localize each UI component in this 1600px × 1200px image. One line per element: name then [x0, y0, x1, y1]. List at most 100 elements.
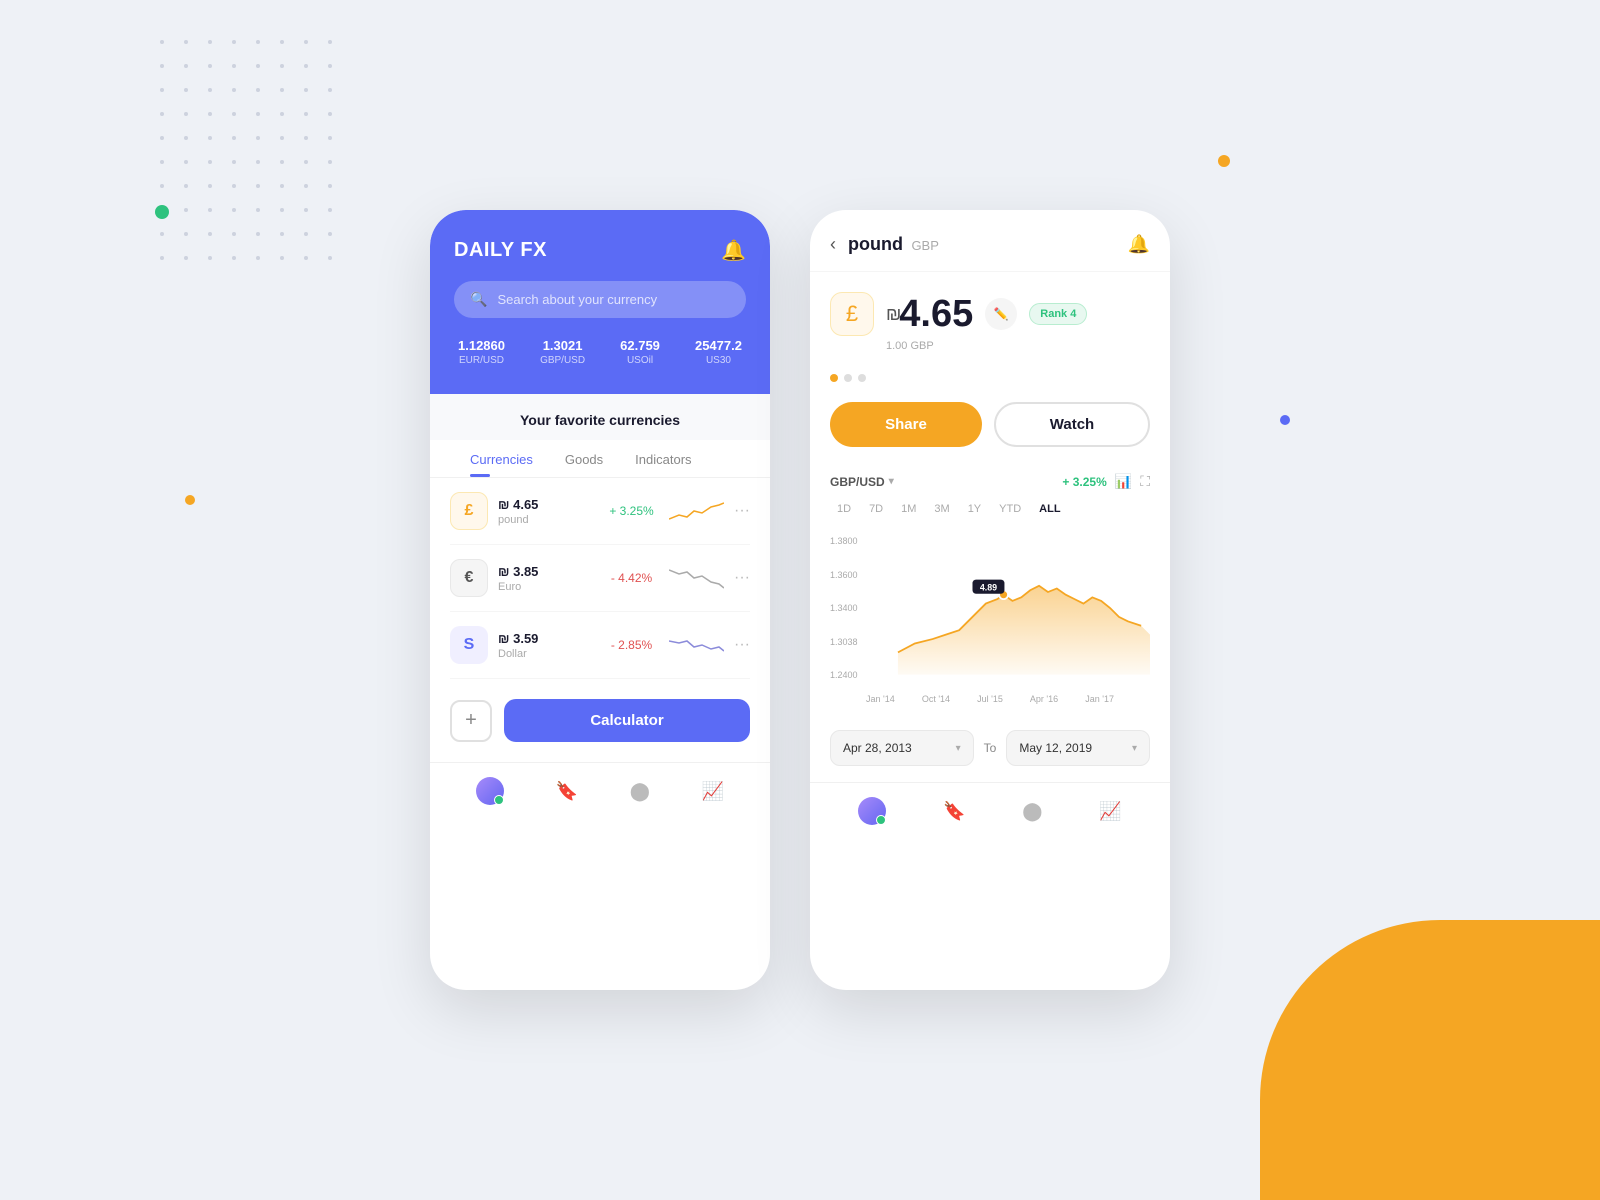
- avatar[interactable]: [858, 797, 886, 825]
- tab-currencies[interactable]: Currencies: [454, 440, 549, 477]
- currency-change: - 4.42%: [604, 571, 659, 585]
- ticker-label: US30: [695, 355, 742, 366]
- y-label: 1.3600: [830, 570, 858, 580]
- chart-container: 1.3800 1.3600 1.3400 1.3038 1.2400: [830, 528, 1150, 688]
- currency-value: ₪ 3.85: [498, 564, 594, 579]
- date-to-label: To: [984, 741, 997, 755]
- bar-chart-icon[interactable]: 📊: [1115, 473, 1132, 490]
- date-from-select[interactable]: Apr 28, 2013 ▾: [830, 730, 974, 766]
- search-bar[interactable]: 🔍: [454, 281, 746, 318]
- table-row[interactable]: S ₪ 3.59 Dollar - 2.85% ···: [450, 612, 750, 679]
- dot-active: [830, 374, 838, 382]
- share-button[interactable]: Share: [830, 402, 982, 447]
- time-1y[interactable]: 1Y: [961, 500, 988, 518]
- mini-chart-pound: [669, 497, 724, 525]
- toggle-icon[interactable]: ⬤: [630, 781, 650, 802]
- y-label: 1.3038: [830, 637, 858, 647]
- back-button[interactable]: ‹: [830, 234, 836, 255]
- notification-icon[interactable]: 🔔: [721, 238, 746, 263]
- currency-info: ₪ 3.85 Euro: [498, 564, 594, 593]
- price-chart: 4.89: [830, 528, 1150, 688]
- notification-icon[interactable]: 🔔: [1128, 234, 1150, 255]
- orange-dot-right: [1218, 155, 1230, 167]
- currency-info: ₪ 3.59 Dollar: [498, 631, 594, 660]
- dot-inactive: [844, 374, 852, 382]
- avatar[interactable]: [476, 777, 504, 805]
- chart-section: GBP/USD ▾ + 3.25% 📊 ⛶ 1D 7D 1M 3M 1Y YTD…: [810, 463, 1170, 714]
- search-icon: 🔍: [470, 291, 487, 308]
- x-label: Jan '17: [1085, 694, 1114, 704]
- y-label: 1.3400: [830, 603, 858, 613]
- time-filters: 1D 7D 1M 3M 1Y YTD ALL: [830, 500, 1150, 518]
- more-options-icon[interactable]: ···: [734, 502, 750, 520]
- title-row: DAILY FX 🔔: [454, 238, 746, 263]
- x-label: Jan '14: [866, 694, 895, 704]
- ticker-label: GBP/USD: [540, 355, 585, 366]
- chart-pair: GBP/USD ▾: [830, 475, 894, 489]
- chart-icon[interactable]: 📈: [702, 781, 724, 802]
- ticker-eurusd: 1.12860 EUR/USD: [458, 338, 505, 366]
- chart-icon[interactable]: 📈: [1099, 801, 1121, 822]
- currency-code: GBP: [911, 238, 938, 253]
- y-labels: 1.3800 1.3600 1.3400 1.3038 1.2400: [830, 528, 858, 688]
- add-button[interactable]: +: [450, 700, 492, 742]
- chart-header: GBP/USD ▾ + 3.25% 📊 ⛶: [830, 473, 1150, 490]
- price-value: 4.65: [899, 293, 973, 336]
- phone2-header: ‹ pound GBP 🔔: [810, 210, 1170, 272]
- more-options-icon[interactable]: ···: [734, 636, 750, 654]
- bottom-nav: 🔖 ⬤ 📈: [430, 762, 770, 819]
- phone2: ‹ pound GBP 🔔 £ ₪ 4.65 ✏️ Rank 4 1.00 GB…: [810, 210, 1170, 990]
- toggle-icon[interactable]: ⬤: [1022, 801, 1042, 822]
- watch-button[interactable]: Watch: [994, 402, 1150, 447]
- bookmark-icon[interactable]: 🔖: [556, 781, 578, 802]
- dots-indicator: [810, 362, 1170, 394]
- green-dot: [155, 205, 169, 219]
- time-all[interactable]: ALL: [1032, 500, 1067, 518]
- price-row: £ ₪ 4.65 ✏️ Rank 4: [830, 292, 1150, 336]
- phone1: DAILY FX 🔔 🔍 1.12860 EUR/USD 1.3021 GBP/…: [430, 210, 770, 990]
- date-range-row: Apr 28, 2013 ▾ To May 12, 2019 ▾: [810, 714, 1170, 782]
- edit-button[interactable]: ✏️: [985, 298, 1017, 330]
- phone1-body: Your favorite currencies Currencies Good…: [430, 394, 770, 819]
- currency-title-group: pound GBP: [848, 234, 1128, 255]
- currency-name: Dollar: [498, 648, 594, 660]
- more-options-icon[interactable]: ···: [734, 569, 750, 587]
- table-row[interactable]: £ ₪ 4.65 pound + 3.25% ···: [450, 478, 750, 545]
- table-row[interactable]: € ₪ 3.85 Euro - 4.42% ···: [450, 545, 750, 612]
- calculator-button[interactable]: Calculator: [504, 699, 750, 742]
- currency-name: Euro: [498, 581, 594, 593]
- tab-goods[interactable]: Goods: [549, 440, 619, 477]
- bookmark-icon[interactable]: 🔖: [943, 801, 965, 822]
- pound-icon: £: [450, 492, 488, 530]
- ticker-label: USOil: [620, 355, 660, 366]
- y-label: 1.2400: [830, 670, 858, 680]
- ticker-label: EUR/USD: [458, 355, 505, 366]
- ticker-value: 25477.2: [695, 338, 742, 353]
- app-title: DAILY FX: [454, 239, 547, 262]
- ticker-value: 62.759: [620, 338, 660, 353]
- time-ytd[interactable]: YTD: [992, 500, 1028, 518]
- ticker-value: 1.12860: [458, 338, 505, 353]
- price-section: £ ₪ 4.65 ✏️ Rank 4 1.00 GBP: [810, 272, 1170, 362]
- search-input[interactable]: [497, 292, 730, 307]
- expand-icon[interactable]: ⛶: [1140, 473, 1150, 490]
- svg-text:4.89: 4.89: [980, 582, 997, 592]
- time-7d[interactable]: 7D: [862, 500, 890, 518]
- y-label: 1.3800: [830, 536, 858, 546]
- currency-change: - 2.85%: [604, 638, 659, 652]
- ticker-row: 1.12860 EUR/USD 1.3021 GBP/USD 62.759 US…: [454, 338, 746, 366]
- footer-actions: + Calculator: [430, 679, 770, 762]
- time-1m[interactable]: 1M: [894, 500, 923, 518]
- orange-dot-left: [185, 495, 195, 505]
- chart-change: + 3.25%: [1062, 475, 1106, 489]
- date-to-select[interactable]: May 12, 2019 ▾: [1006, 730, 1150, 766]
- ticker-usoil: 62.759 USOil: [620, 338, 660, 366]
- tab-indicators[interactable]: Indicators: [619, 440, 707, 477]
- x-labels: Jan '14 Oct '14 Jul '15 Apr '16 Jan '17: [830, 694, 1150, 704]
- currency-name-title: pound: [848, 234, 903, 254]
- time-1d[interactable]: 1D: [830, 500, 858, 518]
- x-label: Oct '14: [922, 694, 950, 704]
- time-3m[interactable]: 3M: [927, 500, 956, 518]
- currency-info: ₪ 4.65 pound: [498, 497, 594, 526]
- currency-value: ₪ 3.59: [498, 631, 594, 646]
